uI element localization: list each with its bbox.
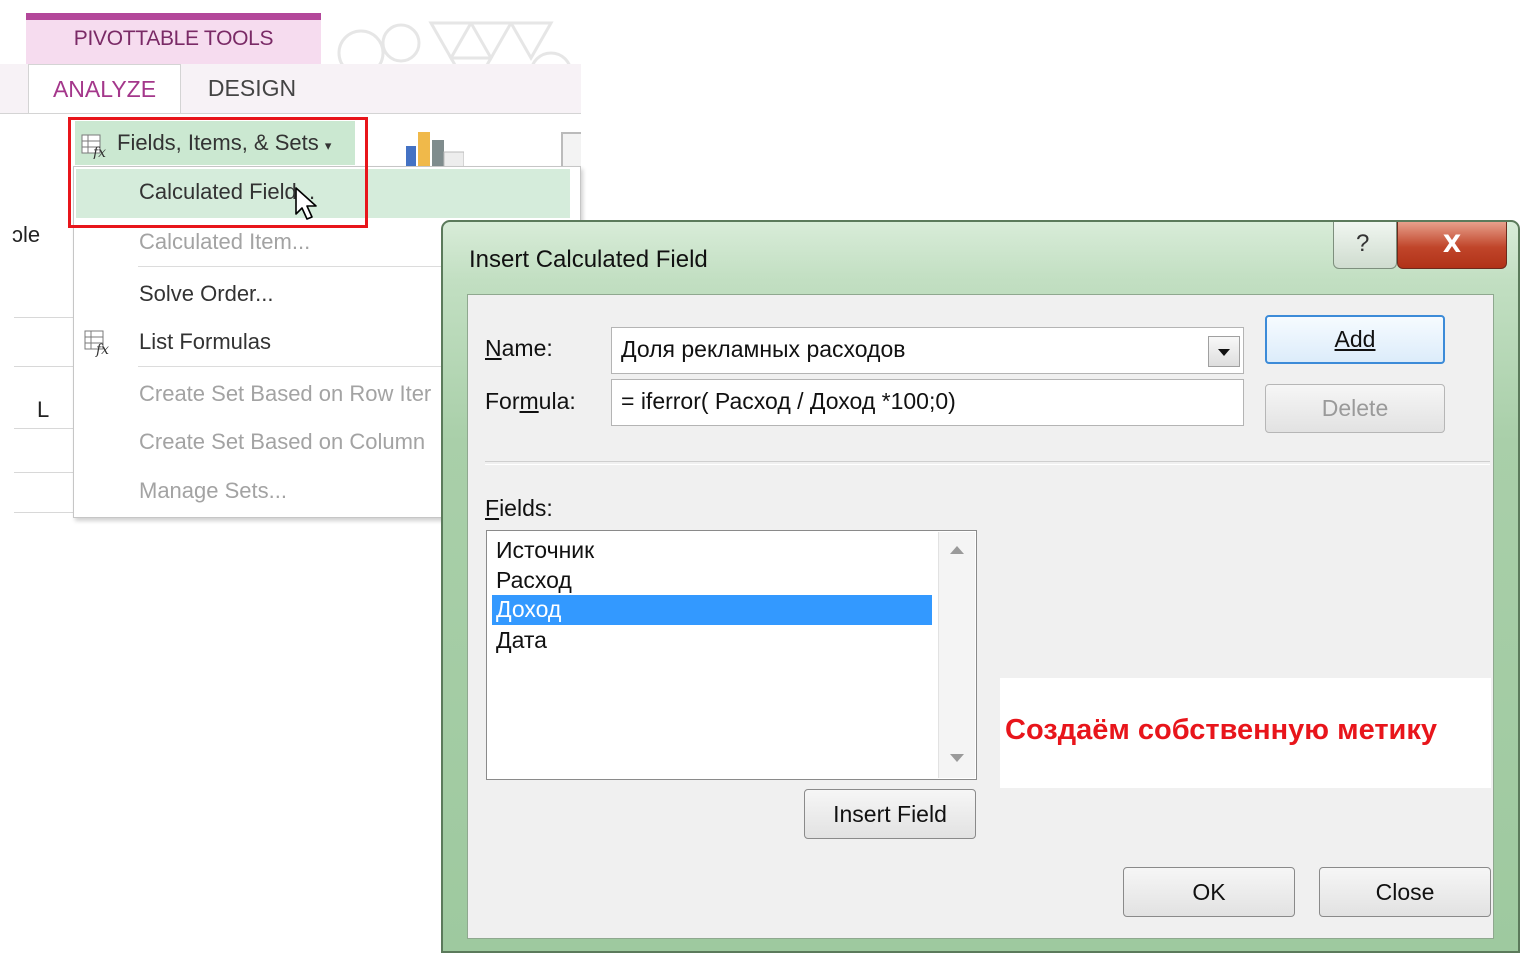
annotation-text: Создаём собственную метику xyxy=(1005,714,1437,746)
fields-listbox[interactable]: Источник Расход Доход Дата xyxy=(486,530,977,780)
context-tab-accent xyxy=(26,13,321,20)
close-icon: X xyxy=(1442,230,1462,258)
formula-label: Formula: xyxy=(485,388,576,414)
mouse-pointer-icon xyxy=(295,187,317,220)
name-combobox[interactable]: Доля рекламных расходов xyxy=(611,327,1244,374)
field-item[interactable]: Расход xyxy=(492,566,932,596)
tab-design[interactable]: DESIGN xyxy=(182,64,322,113)
insert-field-button[interactable]: Insert Field xyxy=(804,789,976,839)
add-button[interactable]: Add xyxy=(1265,315,1445,364)
name-input-value: Доля рекламных расходов xyxy=(621,336,906,362)
dialog-client-area: Name: Доля рекламных расходов Formula: =… xyxy=(467,294,1494,939)
help-button[interactable]: ? xyxy=(1333,222,1397,269)
grid-line xyxy=(14,428,74,429)
chevron-down-icon[interactable] xyxy=(1208,336,1240,367)
menu-item-manage-sets[interactable]: Manage Sets... xyxy=(139,478,287,504)
insert-field-label: Insert Field xyxy=(833,801,947,827)
column-header-l: L xyxy=(37,397,50,422)
fields-scrollbar[interactable] xyxy=(938,532,975,778)
field-item[interactable]: Источник xyxy=(492,536,932,566)
grid-line xyxy=(14,317,74,318)
formula-input[interactable]: = iferror( Расход / Доход *100;0) xyxy=(611,379,1244,426)
menu-item-create-set-row[interactable]: Create Set Based on Row Iter xyxy=(139,381,431,407)
field-item[interactable]: Дата xyxy=(492,626,932,656)
grid-line xyxy=(14,366,74,367)
scroll-down-icon[interactable] xyxy=(950,754,964,762)
menu-item-list-formulas[interactable]: List Formulas xyxy=(139,329,271,355)
pivotchart-icon xyxy=(406,132,464,168)
delete-button[interactable]: Delete xyxy=(1265,384,1445,433)
menu-item-solve-order[interactable]: Solve Order... xyxy=(139,281,274,307)
context-tab-title: PIVOTTABLE TOOLS xyxy=(73,27,274,50)
name-label: Name: xyxy=(485,335,553,361)
ok-button[interactable]: OK xyxy=(1123,867,1295,917)
annotation-highlight-box xyxy=(68,117,368,228)
dialog-title: Insert Calculated Field xyxy=(469,246,708,273)
sheet-partial-label: ɔle xyxy=(12,222,41,247)
fields-label: Fields: xyxy=(485,495,553,521)
add-button-label: Add xyxy=(1334,326,1376,352)
menu-item-create-set-column[interactable]: Create Set Based on Column xyxy=(139,429,425,455)
field-item-selected[interactable]: Доход xyxy=(492,595,932,625)
tab-analyze[interactable]: ANALYZE xyxy=(28,64,181,114)
close-button[interactable]: Close xyxy=(1319,867,1491,917)
delete-button-label: Delete xyxy=(1321,395,1389,421)
ok-button-label: OK xyxy=(1192,879,1226,905)
formula-input-value: = iferror( Расход / Доход *100;0) xyxy=(621,388,956,414)
close-button-label: Close xyxy=(1375,879,1435,905)
svg-text:fx: fx xyxy=(95,342,109,357)
annotation-box: Создаём собственную метику xyxy=(1000,678,1491,788)
scroll-up-icon[interactable] xyxy=(950,546,964,554)
insert-calculated-field-dialog: Insert Calculated Field ? X Name: Доля р… xyxy=(441,220,1520,953)
list-formulas-icon: fx xyxy=(84,329,116,361)
window-close-button[interactable]: X xyxy=(1397,222,1507,269)
menu-item-calculated-item[interactable]: Calculated Item... xyxy=(139,229,310,255)
help-icon: ? xyxy=(1356,230,1370,257)
dialog-divider xyxy=(485,461,1490,465)
grid-line xyxy=(14,472,74,473)
